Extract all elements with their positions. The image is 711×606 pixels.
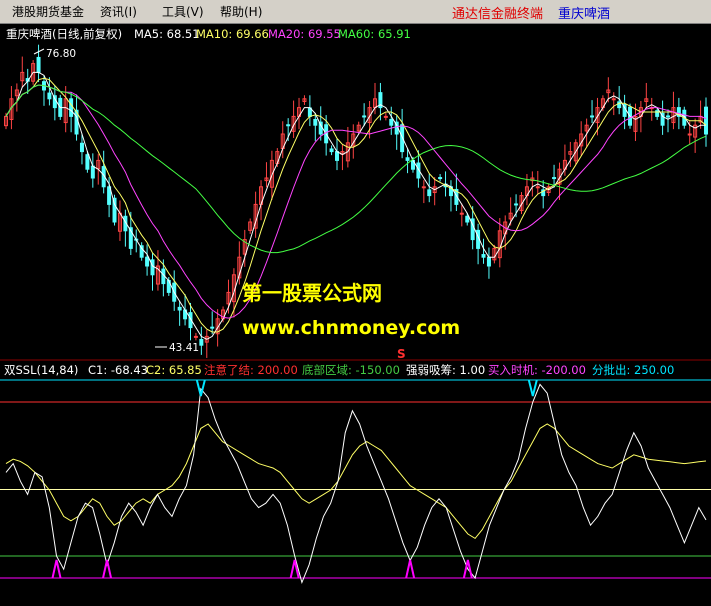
candle-body (362, 115, 367, 118)
candle-body (687, 133, 692, 136)
candle-body (465, 215, 470, 223)
candle-body (438, 177, 443, 180)
candle-body (704, 106, 708, 135)
candle-body (286, 124, 291, 127)
candle-body (199, 338, 204, 346)
candle-body (210, 326, 215, 329)
candle-body (69, 98, 74, 117)
candle-body (193, 335, 198, 338)
candle-body (90, 165, 95, 179)
menu-tools[interactable]: 工具(V) (162, 3, 204, 20)
ma20-label: MA20: 69.55 (268, 27, 341, 41)
ma5-label: MA5: 68.51 (134, 27, 200, 41)
ma10-label: MA10: 69.66 (196, 27, 269, 41)
low-marker-label: 43.41 (169, 342, 199, 354)
candle-body (145, 256, 150, 267)
watermark-url: www.chnmoney.com (242, 317, 460, 339)
candle-body (486, 256, 491, 267)
sell-signal-marker: S (397, 347, 406, 361)
watermark-title: 第一股票公式网 (242, 281, 382, 305)
candle-body (383, 115, 388, 118)
menu-help[interactable]: 帮助(H) (220, 3, 262, 20)
menu-bar: 港股期货基金 资讯(I) 工具(V) 帮助(H) 通达信金融终端 重庆啤酒 (0, 0, 711, 24)
indicator-label-buy: 买入时机: -200.00 (488, 363, 586, 377)
indicator-c2: C2: 65.85 (146, 363, 202, 377)
candle-body (481, 254, 486, 258)
candle-body (79, 142, 84, 153)
indicator-name: 双SSL(14,84) (4, 363, 78, 377)
candle-body (590, 115, 595, 118)
candle-body (552, 177, 557, 180)
candle-body (427, 189, 432, 197)
ma60-label: MA60: 65.91 (338, 27, 411, 41)
candle-body (313, 118, 318, 126)
candle-body (150, 259, 155, 276)
candle-body (421, 186, 426, 189)
candle-body (389, 118, 394, 126)
menu-info[interactable]: 资讯(I) (100, 3, 137, 20)
candle-body (329, 148, 334, 153)
candle-body (611, 98, 616, 101)
menu-hk-futures-funds[interactable]: 港股期货基金 (12, 3, 84, 20)
candle-body (535, 186, 540, 189)
tdx-terminal-link[interactable]: 通达信金融终端 (452, 3, 543, 22)
candle-body (47, 92, 52, 100)
chart-svg[interactable]: 重庆啤酒(日线,前复权) MA5: 68.51 MA10: 69.66 MA20… (0, 24, 711, 602)
indicator-label-mid: 强弱吸筹: 1.00 (406, 363, 485, 377)
candle-body (514, 203, 519, 206)
candle-body (335, 151, 340, 161)
indicator-label-bottom: 底部区域: -150.00 (302, 363, 400, 377)
main-panel-title: 重庆啤酒(日线,前复权) (6, 27, 122, 41)
stock-name-title: 重庆啤酒 (558, 7, 611, 22)
candle-body (405, 157, 410, 161)
candle-body (177, 306, 182, 311)
candle-body (666, 115, 671, 118)
indicator-label-sell: 分批出: 250.00 (592, 363, 674, 377)
candle-body (85, 154, 90, 170)
chart-area[interactable]: 重庆啤酒(日线,前复权) MA5: 68.51 MA10: 69.66 MA20… (0, 24, 711, 602)
indicator-c1: C1: -68.43 (88, 363, 148, 377)
indicator-label-top: 注意了结: 200.00 (204, 363, 298, 377)
high-marker-label: 76.80 (46, 48, 76, 60)
candle-body (36, 56, 41, 73)
candle-body (459, 212, 464, 215)
